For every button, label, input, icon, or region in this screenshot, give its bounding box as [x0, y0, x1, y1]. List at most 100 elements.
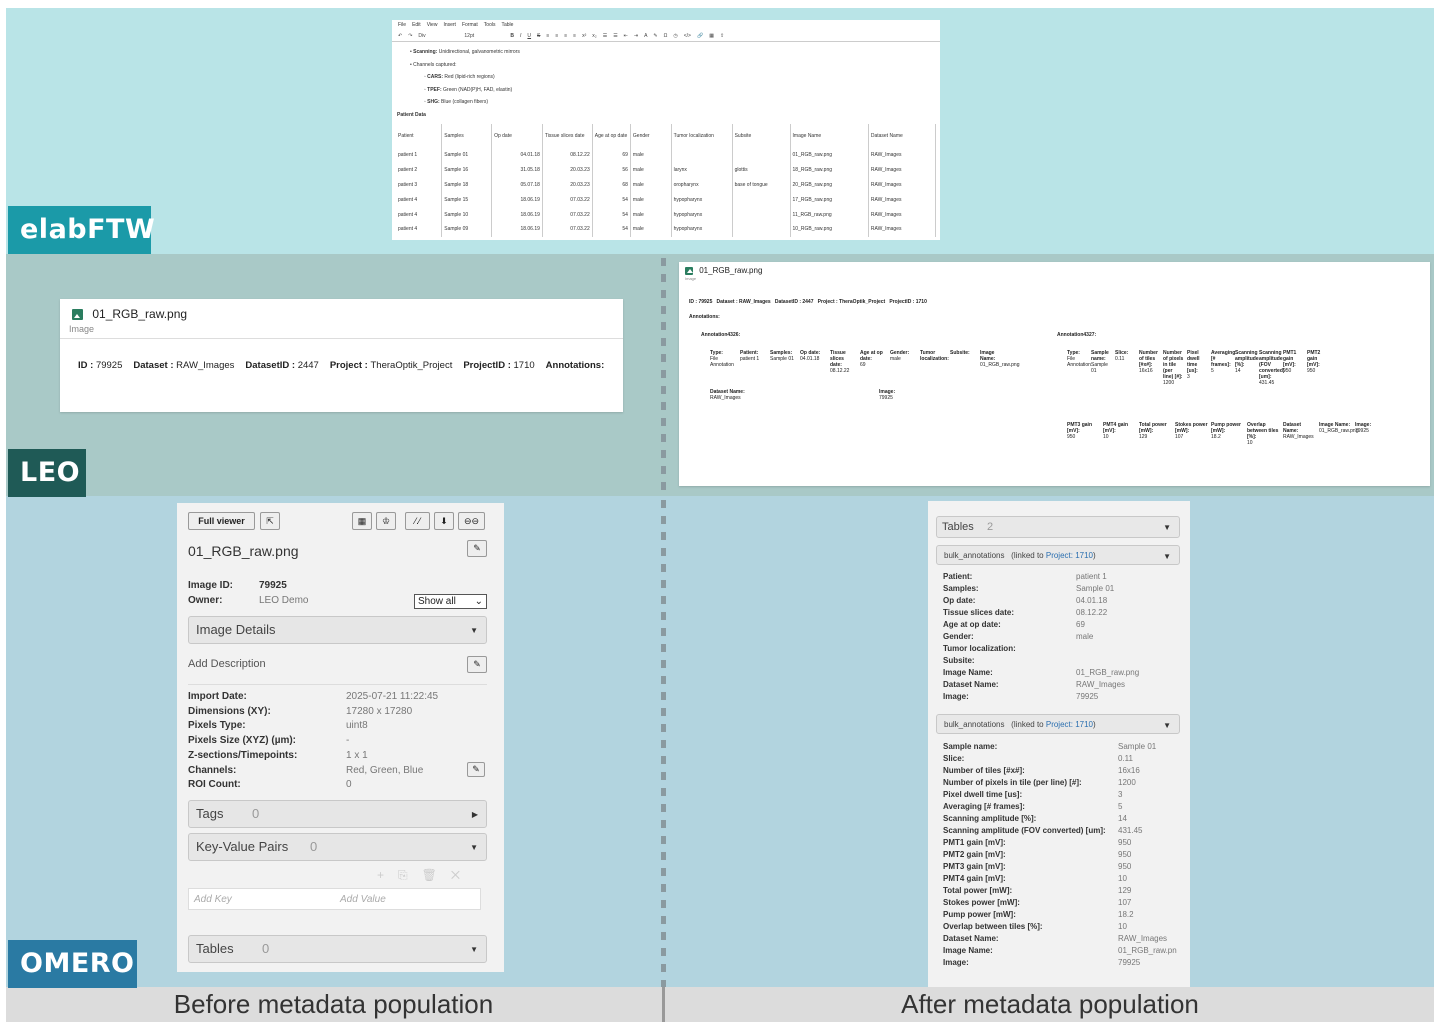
align-right-icon[interactable]: ≡	[564, 33, 567, 39]
table-cell[interactable]: 01_RGB_raw.png	[790, 148, 869, 163]
table-cell[interactable]: patient 4	[396, 221, 443, 237]
table-cell[interactable]: 11_RGB_raw.png	[790, 207, 869, 222]
menu-item[interactable]: Insert	[443, 22, 456, 28]
elabftw-editor[interactable]: File Edit View Insert Format Tools Table ↶ ↷ D…	[392, 20, 940, 240]
table-cell[interactable]: 18.06.19	[491, 221, 543, 237]
subscript-icon[interactable]: x₂	[592, 33, 596, 39]
table-cell[interactable]: 69	[592, 148, 631, 163]
table-cell[interactable]: 20_RGB_raw.png	[790, 177, 869, 193]
table-cell[interactable]: male	[630, 177, 672, 193]
table-cell[interactable]: 07.03.22	[542, 192, 593, 208]
menu-item[interactable]: View	[427, 22, 438, 28]
table-cell[interactable]: base of tongue	[732, 177, 791, 193]
copy-icon[interactable]: ⎘	[398, 868, 422, 882]
add-value-input[interactable]: Add Value	[340, 894, 386, 905]
outdent-icon[interactable]: ⇤	[624, 33, 628, 39]
omega-icon[interactable]: Ω	[664, 33, 668, 39]
table-cell[interactable]	[671, 148, 733, 163]
tags-accordion[interactable]: Tags 0 ▶	[188, 800, 487, 828]
table-cell[interactable]: Sample 18	[441, 177, 493, 193]
table-cell[interactable]: 31.05.18	[491, 162, 543, 178]
full-viewer-button[interactable]: Full viewer	[188, 512, 255, 530]
font-select[interactable]: Div	[418, 33, 458, 39]
chart-icon[interactable]: ⁄.⁄	[405, 512, 430, 530]
tables-accordion[interactable]: Tables 2 ▼	[936, 516, 1180, 538]
show-all-select[interactable]: Show all ⌄	[414, 594, 487, 609]
table-cell[interactable]: 17_RGB_raw.png	[790, 192, 869, 208]
table-cell[interactable]: hypopharynx	[671, 221, 733, 237]
table-cell[interactable]: Sample 01	[441, 148, 493, 163]
table-cell[interactable]: 08.12.22	[542, 148, 593, 163]
table-cell[interactable]: Sample 15	[441, 192, 493, 208]
table-cell[interactable]: 54	[592, 207, 631, 222]
menu-item[interactable]: Tools	[484, 22, 496, 28]
justify-icon[interactable]: ≡	[573, 33, 576, 39]
table-cell[interactable]: RAW_Images	[868, 148, 937, 163]
close-icon[interactable]: ✕	[451, 868, 474, 882]
table-cell[interactable]: male	[630, 221, 672, 237]
delete-icon[interactable]: 🗑	[422, 868, 451, 882]
size-select[interactable]: 12pt	[464, 33, 504, 39]
link-icon[interactable]: 🔗	[697, 33, 703, 39]
bulk-annotations-2-header[interactable]: bulk_annotations (linked to Project: 171…	[936, 714, 1180, 734]
table-cell[interactable]	[732, 192, 791, 208]
table-cell[interactable]: 68	[592, 177, 631, 193]
image-details-accordion[interactable]: Image Details ▼	[188, 616, 487, 644]
table-cell[interactable]: RAW_Images	[868, 221, 937, 237]
table-cell[interactable]: RAW_Images	[868, 207, 937, 222]
highlight-icon[interactable]: ✎	[653, 33, 657, 39]
table-cell[interactable]: Sample 16	[441, 162, 493, 178]
table-cell[interactable]: male	[630, 207, 672, 222]
bulk2-project-link[interactable]: Project: 1710	[1046, 720, 1093, 729]
table-cell[interactable]: patient 4	[396, 207, 443, 222]
open-icon[interactable]: ⇱	[260, 512, 280, 530]
table-cell[interactable]: 10_RGB_raw.png	[790, 221, 869, 237]
table-cell[interactable]: patient 2	[396, 162, 443, 178]
table-cell[interactable]: hypopharynx	[671, 207, 733, 222]
table-cell[interactable]: Sample 09	[441, 221, 493, 237]
menu-item[interactable]: Edit	[412, 22, 421, 28]
table-cell[interactable]: 54	[592, 221, 631, 237]
edit-description-pencil-icon[interactable]: ✎	[467, 656, 487, 673]
table-cell[interactable]: 18.06.19	[491, 207, 543, 222]
add-icon[interactable]: +	[377, 868, 398, 882]
table-cell[interactable]	[732, 221, 791, 237]
table-cell[interactable]	[732, 148, 791, 163]
leo-after-filename[interactable]: 01_RGB_raw.png	[699, 266, 762, 275]
align-left-icon[interactable]: ≡	[546, 33, 549, 39]
table-cell[interactable]: Sample 10	[441, 207, 493, 222]
code-icon[interactable]: </>	[684, 33, 691, 39]
superscript-icon[interactable]: x²	[582, 33, 586, 39]
hierarchy-icon[interactable]: ♔	[376, 512, 396, 530]
table-cell[interactable]: 20.03.23	[542, 162, 593, 178]
undo-icon[interactable]: ↶	[398, 33, 402, 39]
table-cell[interactable]: 56	[592, 162, 631, 178]
clock-icon[interactable]: ◷	[673, 33, 677, 39]
menu-item[interactable]: File	[398, 22, 406, 28]
edit-name-pencil-icon[interactable]: ✎	[467, 540, 487, 557]
indent-icon[interactable]: ⇥	[634, 33, 638, 39]
strikethrough-icon[interactable]: S	[537, 33, 540, 39]
table-cell[interactable]: patient 4	[396, 192, 443, 208]
table-cell[interactable]: 18.06.19	[491, 192, 543, 208]
table-cell[interactable]: 04.01.18	[491, 148, 543, 163]
bulk1-project-link[interactable]: Project: 1710	[1046, 551, 1093, 560]
table-cell[interactable]: 18_RGB_raw.png	[790, 162, 869, 178]
table-cell[interactable]: 20.03.23	[542, 177, 593, 193]
tables-accordion[interactable]: Tables 0 ▼	[188, 935, 487, 963]
table-cell[interactable]: 07.03.22	[542, 221, 593, 237]
table-cell[interactable]: glottis	[732, 162, 791, 178]
table-cell[interactable]: patient 1	[396, 148, 443, 163]
table-cell[interactable]: 05.07.18	[491, 177, 543, 193]
table-cell[interactable]: RAW_Images	[868, 177, 937, 193]
table-cell[interactable]: oropharynx	[671, 177, 733, 193]
table-cell[interactable]: hypopharynx	[671, 192, 733, 208]
table-cell[interactable]: male	[630, 192, 672, 208]
table-cell[interactable]: patient 3	[396, 177, 443, 193]
underline-icon[interactable]: U	[527, 33, 531, 39]
menu-item[interactable]: Table	[501, 22, 513, 28]
table-cell[interactable]: larynx	[671, 162, 733, 178]
text-color-icon[interactable]: A	[644, 33, 647, 39]
table-cell[interactable]: RAW_Images	[868, 192, 937, 208]
menu-item[interactable]: Format	[462, 22, 478, 28]
